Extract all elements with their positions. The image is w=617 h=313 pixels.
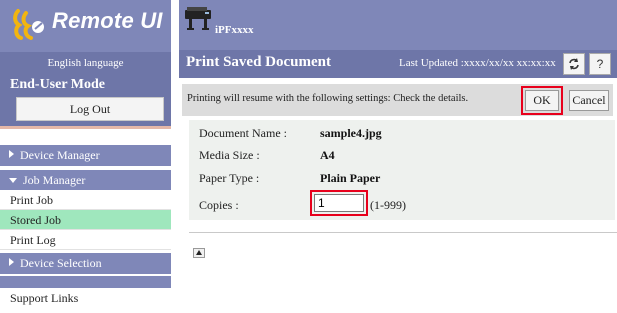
nav-job-manager-label: Job Manager [23,173,86,187]
title-bar: Print Saved Document Last Updated :xxxx/… [179,50,617,78]
sidebar-divider [0,126,171,142]
paper-type-value: Plain Paper [320,171,381,185]
copies-label: Copies : [199,198,239,212]
mode-panel: End-User Mode Log Out [0,74,171,126]
app-title: Remote UI [52,8,163,33]
mode-label: End-User Mode [10,77,106,92]
expand-arrow-icon [9,258,14,266]
media-size-label: Media Size : [199,148,260,162]
confirmation-notice: Printing will resume with the following … [182,84,613,116]
language-selector[interactable]: English language [0,52,171,74]
paper-type-label: Paper Type : [199,171,260,185]
copies-range: (1-999) [370,198,406,212]
nav-item-print-log[interactable]: Print Log [0,230,171,250]
scroll-to-top-button[interactable] [193,248,205,258]
printer-icon [185,7,211,30]
sidebar: Remote UI English language End-User Mode… [0,0,171,313]
refresh-button[interactable] [563,53,585,75]
divider [189,232,617,233]
arrow-up-icon [196,250,202,255]
media-size-value: A4 [320,148,335,162]
main-content: iPFxxxx Print Saved Document Last Update… [179,0,617,313]
printer-banner: iPFxxxx [179,0,617,50]
cancel-button[interactable]: Cancel [569,90,609,111]
nav-support-links[interactable]: Support Links [0,288,171,308]
question-mark-icon: ? [596,57,604,71]
nav-device-selection[interactable]: Device Selection [0,253,171,274]
page-title: Print Saved Document [186,54,331,70]
remote-ui-logo-icon [13,9,44,40]
document-name-label: Document Name : [199,126,287,140]
printer-name: iPFxxxx [215,24,254,36]
nav-device-manager[interactable]: Device Manager [0,145,171,166]
nav-job-manager[interactable]: Job Manager [0,170,171,191]
nav-device-manager-label: Device Manager [20,148,100,162]
nav-item-stored-job[interactable]: Stored Job [0,210,171,230]
document-name-value: sample4.jpg [320,126,382,140]
nav-item-print-job[interactable]: Print Job [0,190,171,210]
nav-device-selection-label: Device Selection [20,256,102,270]
last-updated-timestamp: Last Updated :xxxx/xx/xx xx:xx:xx [399,57,556,69]
logout-button[interactable]: Log Out [16,97,164,121]
notice-text: Printing will resume with the following … [187,93,469,104]
help-button[interactable]: ? [589,53,611,75]
job-details-panel: Document Name : sample4.jpg Media Size :… [189,120,615,220]
collapse-arrow-icon [9,178,17,183]
copies-input[interactable] [314,194,364,212]
refresh-icon [569,58,579,70]
brand-header: Remote UI [0,0,171,52]
expand-arrow-icon [9,150,14,158]
sidebar-divider [0,276,171,288]
ok-button[interactable]: OK [525,90,559,111]
